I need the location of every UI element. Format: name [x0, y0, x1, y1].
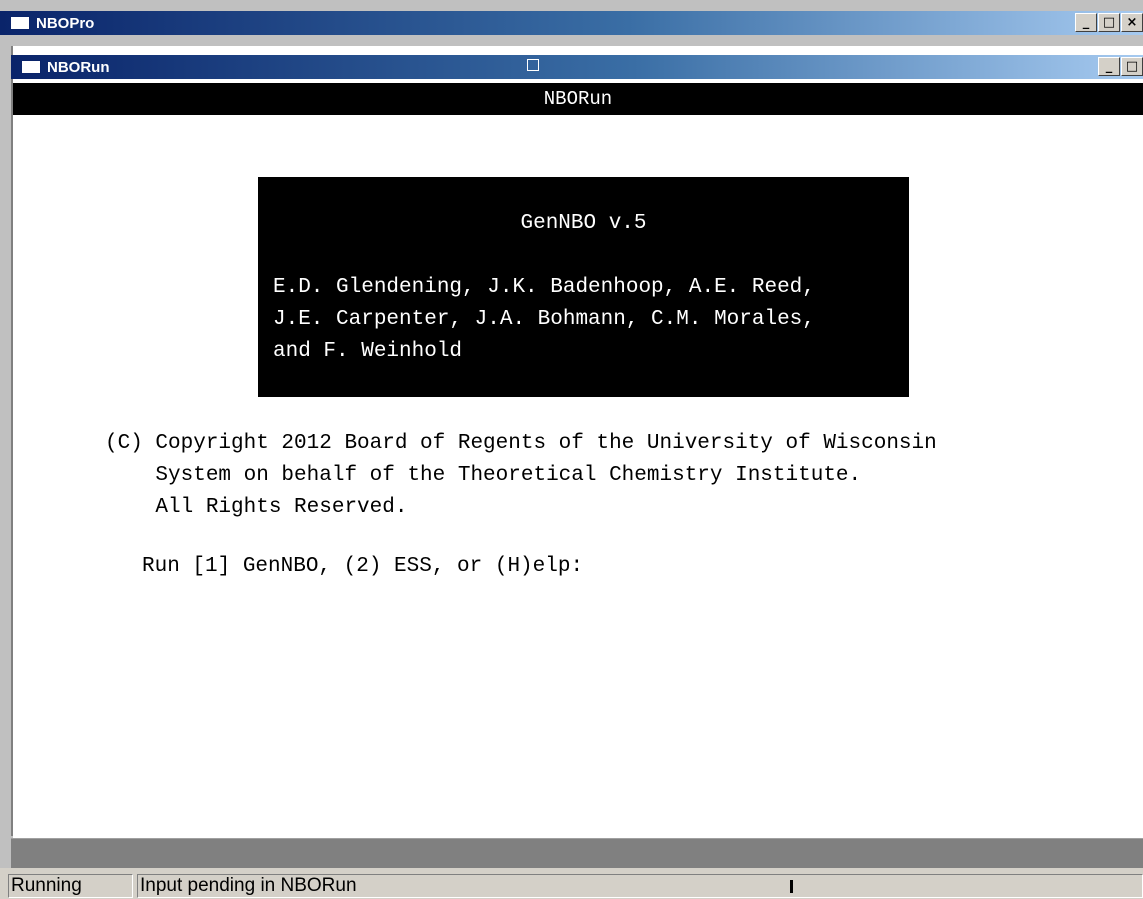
text-caret-icon — [790, 880, 793, 893]
outer-window-controls: _ □ × — [1075, 13, 1143, 32]
outer-titlebar[interactable]: NBOPro _ □ × — [0, 11, 1143, 35]
status-pane-state: Running — [8, 874, 133, 898]
restore-icon[interactable] — [527, 59, 539, 71]
outer-minimize-button[interactable]: _ — [1075, 13, 1097, 32]
app-icon — [10, 16, 30, 30]
inner-minimize-button[interactable]: _ — [1098, 57, 1120, 76]
inner-maximize-button[interactable]: □ — [1121, 57, 1143, 76]
outer-maximize-button[interactable]: □ — [1098, 13, 1120, 32]
outer-close-button[interactable]: × — [1121, 13, 1143, 32]
banner-authors: E.D. Glendening, J.K. Badenhoop, A.E. Re… — [273, 276, 815, 363]
inner-window-title: NBORun — [47, 58, 110, 76]
status-state-text: Running — [11, 875, 82, 896]
console-header: NBORun — [13, 83, 1143, 115]
status-pane-message: Input pending in NBORun — [137, 874, 1143, 898]
console-header-title: NBORun — [543, 88, 613, 110]
console-output[interactable]: GenNBO v.5 E.D. Glendening, J.K. Badenho… — [13, 115, 1143, 838]
status-message-text: Input pending in NBORun — [140, 875, 357, 896]
copyright-notice: (C) Copyright 2012 Board of Regents of t… — [105, 432, 937, 519]
run-prompt: Run [1] GenNBO, (2) ESS, or (H)elp: — [142, 555, 584, 578]
inner-app-icon — [21, 60, 41, 74]
inner-titlebar[interactable]: NBORun _ □ — [11, 55, 1143, 79]
window-bottom-area — [11, 838, 1143, 869]
inner-window-controls: _ □ — [1098, 57, 1143, 76]
program-banner: GenNBO v.5 E.D. Glendening, J.K. Badenho… — [258, 177, 909, 397]
status-bar: Running Input pending in NBORun — [0, 868, 1143, 899]
outer-window-title: NBOPro — [36, 14, 95, 32]
banner-version: GenNBO v.5 — [520, 212, 647, 235]
